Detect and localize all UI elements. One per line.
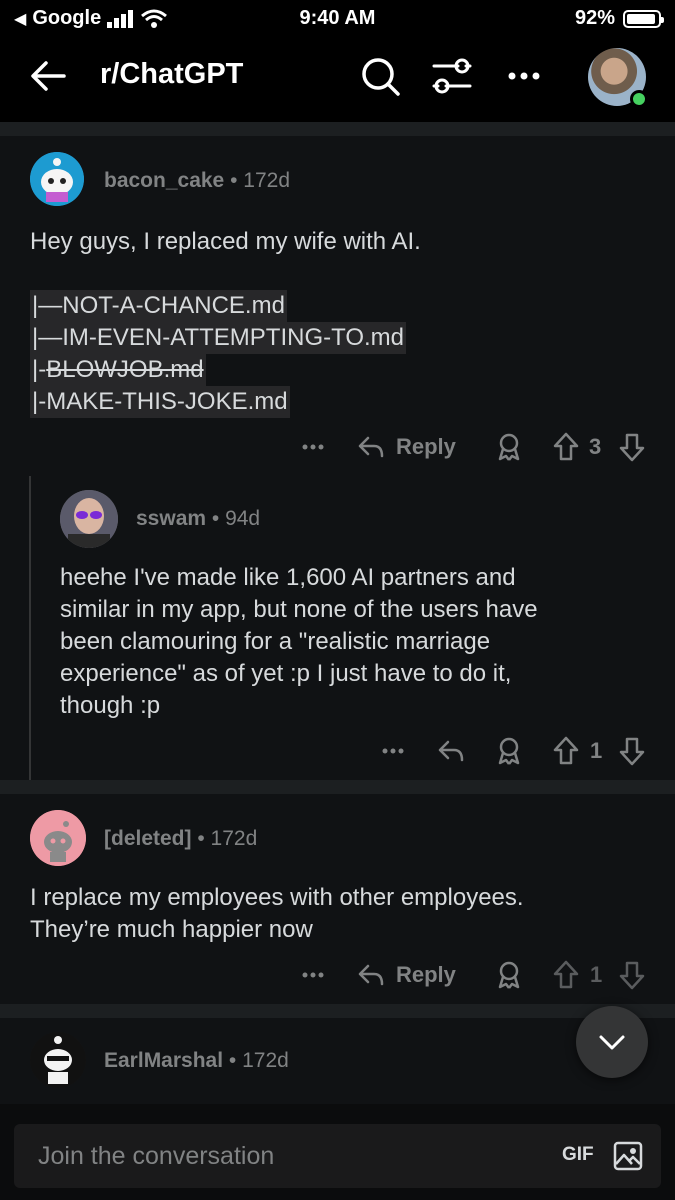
code-line: |—NOT-A-CHANCE.md (30, 290, 287, 322)
reply-icon (358, 436, 384, 458)
comment-avatar[interactable] (30, 1032, 86, 1088)
status-bar: ◀ Google 9:40 AM 92% (0, 0, 675, 38)
comment-text-line: though :p (60, 692, 161, 719)
comment-age: • 172d (230, 169, 290, 192)
reply-icon (358, 964, 384, 986)
snoo-avatar-icon (30, 1032, 86, 1088)
downvote-icon[interactable] (618, 731, 646, 771)
comment-avatar[interactable] (30, 152, 84, 206)
battery-percent: 92% (574, 7, 615, 29)
more-icon[interactable] (300, 427, 326, 467)
filter-icon[interactable] (430, 54, 474, 98)
comment-avatar[interactable] (60, 490, 118, 548)
section-divider (0, 780, 675, 794)
comment-text-line: experience" as of yet :p I just have to … (60, 660, 512, 687)
comment-username[interactable]: sswam • 94d (136, 507, 260, 531)
comment-card: EarlMarshal • 172d (0, 1018, 675, 1104)
comment-body: Hey guys, I replaced my wife with AI. |—… (30, 226, 650, 418)
comment-username[interactable]: EarlMarshal • 172d (104, 1049, 289, 1073)
comment-card: bacon_cake • 172d Hey guys, I replaced m… (0, 136, 675, 780)
reply-icon[interactable] (436, 731, 466, 771)
code-prefix: |- (32, 356, 47, 383)
strikethrough-text: BLOWJOB.md (46, 356, 204, 383)
comment-username[interactable]: bacon_cake • 172d (104, 169, 290, 193)
comment-text-line: I replace my employees with other employ… (30, 884, 524, 911)
comment-age: • 172d (228, 1049, 289, 1072)
reply-button[interactable]: Reply (356, 427, 456, 467)
more-icon[interactable] (300, 955, 326, 995)
award-icon[interactable] (494, 731, 524, 771)
comment-text-line: been clamouring for a "realistic marriag… (60, 628, 491, 655)
deleted-snoo-icon (30, 810, 86, 866)
snoo-avatar-icon (30, 152, 84, 206)
username: [deleted] (104, 827, 192, 850)
comment-age: • 172d (197, 827, 258, 850)
reply-button[interactable]: Reply (356, 955, 456, 995)
award-icon[interactable] (494, 955, 524, 995)
code-line: |-BLOWJOB.md (30, 354, 206, 386)
username[interactable]: bacon_cake (104, 169, 224, 192)
more-options-icon[interactable] (502, 54, 546, 98)
user-avatar[interactable] (588, 48, 648, 108)
comment-text: Hey guys, I replaced my wife with AI. (30, 228, 421, 255)
image-icon[interactable] (612, 1140, 644, 1172)
username[interactable]: sswam (136, 507, 206, 530)
comment-username: [deleted] • 172d (104, 827, 257, 851)
composer-bar: GIF (0, 1104, 675, 1200)
code-line: |—IM-EVEN-ATTEMPTING-TO.md (30, 322, 407, 354)
comment-text-line: They’re much happier now (30, 916, 313, 943)
user-photo-icon (60, 490, 118, 548)
vote-count: 3 (589, 434, 602, 459)
chevron-down-icon (599, 1035, 625, 1050)
subreddit-title[interactable]: r/ChatGPT (100, 58, 243, 91)
battery-icon (623, 9, 664, 28)
award-icon[interactable] (494, 427, 524, 467)
comment-actions: 1 (0, 731, 675, 771)
more-icon[interactable] (380, 731, 406, 771)
comment-text-line: heehe I've made like 1,600 AI partners a… (60, 564, 516, 591)
gif-button[interactable]: GIF (562, 1144, 594, 1166)
comment-card: [deleted] • 172d I replace my employees … (0, 794, 675, 1004)
comment-body: I replace my employees with other employ… (30, 882, 650, 946)
upvote-icon[interactable] (552, 427, 580, 467)
clock: 9:40 AM (299, 7, 376, 29)
vote-count: 1 (590, 738, 603, 763)
search-icon[interactable] (358, 54, 402, 98)
reply-label: Reply (396, 434, 456, 459)
back-arrow-icon[interactable] (26, 54, 70, 98)
section-divider (0, 1004, 675, 1018)
comment-body: heehe I've made like 1,600 AI partners a… (60, 562, 660, 722)
comment-age: • 94d (211, 507, 261, 530)
status-right: 92% (574, 7, 664, 30)
comment-avatar[interactable] (30, 810, 86, 866)
upvote-icon[interactable] (552, 955, 580, 995)
vote-count: 1 (590, 962, 603, 987)
comment-input[interactable] (38, 1138, 518, 1174)
app-header: r/ChatGPT (0, 38, 675, 114)
comment-text-line: similar in my app, but none of the users… (60, 596, 538, 623)
reply-label: Reply (396, 962, 456, 987)
comment-actions: Reply 3 (0, 427, 675, 467)
username[interactable]: EarlMarshal (104, 1049, 223, 1072)
code-line: |-MAKE-THIS-JOKE.md (30, 386, 290, 418)
downvote-icon[interactable] (618, 955, 646, 995)
section-divider (0, 122, 675, 136)
upvote-icon[interactable] (552, 731, 580, 771)
online-indicator (630, 90, 648, 108)
comment-actions: Reply 1 (0, 955, 675, 995)
scroll-down-button[interactable] (576, 1006, 648, 1078)
downvote-icon[interactable] (618, 427, 646, 467)
composer: GIF (14, 1124, 661, 1188)
